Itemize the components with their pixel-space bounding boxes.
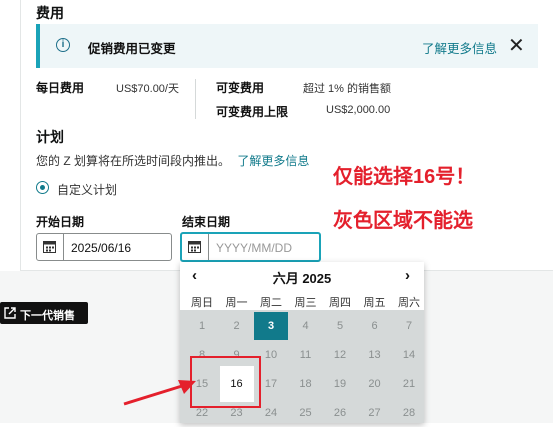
start-date-label: 开始日期 <box>36 215 85 229</box>
weekday-label: 周日 <box>191 297 213 309</box>
weekday-label: 周一 <box>225 297 248 309</box>
calendar-icon[interactable] <box>182 234 209 260</box>
plan-description-text: 您的 Z 划算将在所选时间段内推出。 <box>36 154 230 168</box>
end-date-placeholder: YYYY/MM/DD <box>216 241 293 255</box>
calendar-day: 12 <box>333 349 347 361</box>
weekday-label: 周五 <box>363 297 386 309</box>
end-date-input[interactable]: YYYY/MM/DD <box>180 232 321 262</box>
variable-fee-label: 可变费用 <box>216 81 265 95</box>
calendar-day: 5 <box>336 320 344 332</box>
calendar-day: 18 <box>299 378 312 390</box>
calendar-day: 21 <box>402 378 416 390</box>
close-icon[interactable]: ✕ <box>508 33 525 58</box>
calendar-day: 2 <box>233 320 240 332</box>
calendar-day: 20 <box>368 378 381 390</box>
calendar-day: 13 <box>368 349 381 361</box>
weekday-row: 周日 周一 周二 周三 周四 周五 周六 <box>180 290 424 310</box>
divider <box>195 79 196 119</box>
promo-alert: i 促销费用已变更 了解更多信息 ✕ <box>36 24 538 68</box>
variable-fee-value: 超过 1% 的销售额 <box>303 83 392 95</box>
next-gen-sales-button[interactable]: 下一代销售 <box>0 302 88 324</box>
weekday-label: 周四 <box>329 297 351 309</box>
calendar-header: ‹ 六月 2025 › <box>180 262 424 290</box>
cost-title: 费用 <box>36 5 64 21</box>
calendar-day: 4 <box>302 320 309 332</box>
end-date-label: 结束日期 <box>182 215 231 229</box>
calendar-day: 6 <box>371 320 378 332</box>
chevron-right-icon[interactable]: › <box>405 267 410 284</box>
arrow-annotation <box>123 380 196 406</box>
daily-fee-value: US$70.00/天 <box>116 83 179 95</box>
plan-learn-more-link[interactable]: 了解更多信息 <box>237 154 309 168</box>
alert-message: 促销费用已变更 <box>88 42 176 56</box>
weekday-label: 周六 <box>398 297 420 309</box>
calendar-month: 六月 2025 <box>272 271 332 286</box>
weekday-label: 周二 <box>260 297 282 309</box>
calendar-day: 3 <box>254 312 288 340</box>
start-date-value: 2025/06/16 <box>71 241 132 255</box>
variable-cap-value: US$2,000.00 <box>326 104 391 116</box>
next-gen-sales-label: 下一代销售 <box>20 310 75 322</box>
variable-cap-label: 可变费用上限 <box>216 105 289 119</box>
calendar-day: 1 <box>198 320 206 332</box>
calendar-day: 11 <box>299 349 312 361</box>
external-link-icon <box>4 307 16 319</box>
plan-description: 您的 Z 划算将在所选时间段内推出。 了解更多信息 <box>36 152 309 169</box>
daily-fee-label: 每日费用 <box>36 81 85 95</box>
alert-learn-more-link[interactable]: 了解更多信息 <box>422 38 497 57</box>
highlight-box <box>190 356 261 408</box>
calendar-day: 7 <box>405 320 413 332</box>
calendar-icon[interactable] <box>37 234 64 260</box>
info-icon: i <box>56 38 70 52</box>
plan-title: 计划 <box>36 129 64 145</box>
calendar-day: 14 <box>402 349 416 361</box>
annotation-only-16: 仅能选择16号！ <box>333 166 476 188</box>
weekday-label: 周三 <box>294 297 317 309</box>
annotation-gray-disabled: 灰色区域不能选 <box>333 210 473 232</box>
calendar-day: 19 <box>333 378 347 390</box>
start-date-input[interactable]: 2025/06/16 <box>36 233 172 261</box>
custom-plan-label: 自定义计划 <box>57 183 118 197</box>
custom-plan-radio[interactable] <box>36 181 49 194</box>
